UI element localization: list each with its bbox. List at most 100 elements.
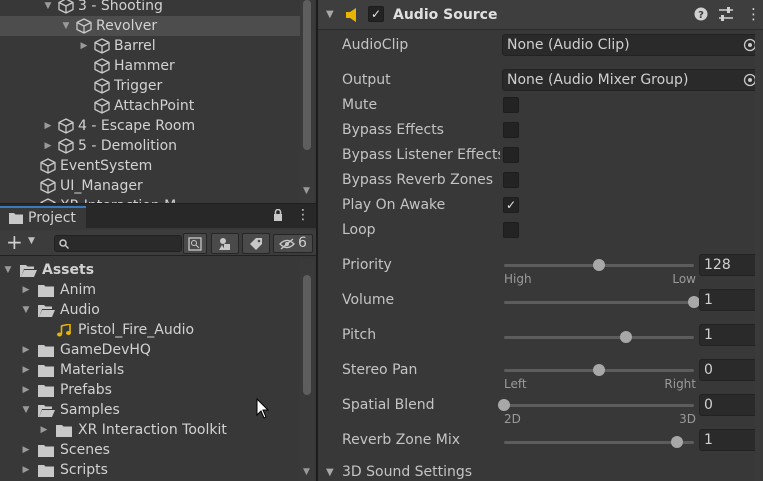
slider-knob[interactable] <box>498 399 510 411</box>
fold-open-arrow-icon[interactable]: ▼ <box>20 300 32 320</box>
fold-closed-arrow-icon[interactable]: ▶ <box>42 136 54 156</box>
project-tree-item[interactable]: ▶ XR Interaction Toolkit <box>0 420 300 440</box>
project-tree-item[interactable]: ▶ Anim <box>0 280 300 300</box>
fold-open-arrow-icon[interactable]: ▼ <box>2 260 14 280</box>
component-enabled-checkbox[interactable]: ✓ <box>368 6 384 22</box>
hierarchy-item[interactable]: ▶ 5 - Demolition <box>0 136 300 156</box>
slider-value-field[interactable]: 0 <box>699 359 763 381</box>
project-scroll-thumb[interactable] <box>303 275 311 395</box>
toggle-checkbox[interactable] <box>503 97 519 113</box>
fold-open-arrow-icon[interactable]: ▼ <box>60 16 72 36</box>
project-tree-item-label: GameDevHQ <box>60 342 151 358</box>
project-tree-item[interactable]: ▶ GameDevHQ <box>0 340 300 360</box>
scroll-down-arrow-icon[interactable]: ▼ <box>303 186 310 196</box>
help-icon[interactable]: ? <box>694 7 708 21</box>
filter-by-type-button[interactable] <box>211 233 239 254</box>
tab-project[interactable]: Project <box>0 206 86 228</box>
slider-track[interactable] <box>504 259 694 271</box>
project-scrollbar[interactable]: ▼ <box>300 259 314 481</box>
search-by-scene-button[interactable] <box>183 233 207 254</box>
hierarchy-item[interactable]: ▼ 3 - Shooting <box>0 0 300 16</box>
search-input[interactable] <box>54 235 182 252</box>
project-tabbar: Project ⋮ <box>0 204 316 228</box>
toggle-label: Mute <box>342 97 378 113</box>
slider-knob[interactable] <box>593 364 605 376</box>
gameobject-cube-icon <box>58 118 74 134</box>
inspector-scrollbar[interactable] <box>755 30 763 481</box>
hidden-packages-button[interactable]: 6 <box>273 234 313 253</box>
project-tree-item[interactable]: ▶ Materials <box>0 360 300 380</box>
hierarchy-item[interactable]: Trigger <box>0 76 300 96</box>
toggle-checkbox[interactable]: ✓ <box>503 197 519 213</box>
hierarchy-scroll-thumb[interactable] <box>303 0 311 150</box>
output-field[interactable]: None (Audio Mixer Group) <box>502 69 763 91</box>
toggle-label: Bypass Listener Effects <box>342 147 500 163</box>
audioclip-label: AudioClip <box>342 37 409 53</box>
filter-by-label-button[interactable] <box>242 233 270 254</box>
project-tree-item[interactable]: ▼ Samples <box>0 400 300 420</box>
toggle-checkbox[interactable] <box>503 147 519 163</box>
hierarchy-scrollbar[interactable]: ▼ <box>300 0 314 203</box>
fold-closed-arrow-icon[interactable]: ▶ <box>20 440 32 460</box>
audio-source-component-header[interactable]: ▼ ✓ Audio Source ? ⋮ <box>318 0 763 30</box>
slider-value-field[interactable]: 1 <box>699 324 763 346</box>
hierarchy-item[interactable]: EventSystem <box>0 156 300 176</box>
slider-track[interactable] <box>504 331 694 343</box>
fold-closed-arrow-icon[interactable]: ▶ <box>20 460 32 480</box>
slider-track[interactable] <box>504 436 694 448</box>
slider-track[interactable] <box>504 364 694 376</box>
hierarchy-item[interactable]: ▶ Barrel <box>0 36 300 56</box>
hierarchy-item-label: UI_Manager <box>60 178 143 194</box>
fold-open-arrow-icon[interactable]: ▼ <box>20 400 32 420</box>
project-tree-item[interactable]: ▶ Scripts <box>0 460 300 480</box>
audioclip-field[interactable]: None (Audio Clip) <box>502 34 763 56</box>
project-panel: Project ⋮ + ▼ 6 ▼ Assets ▶ Anim ▼ Audio Pistol… <box>0 203 316 481</box>
fold-closed-arrow-icon[interactable]: ▶ <box>20 280 32 300</box>
slider-label: Priority <box>342 257 392 273</box>
hierarchy-item[interactable]: ▶ 4 - Escape Room <box>0 116 300 136</box>
kebab-menu-icon[interactable]: ⋮ <box>296 207 310 223</box>
slider-value-field[interactable]: 1 <box>699 289 763 311</box>
fold-closed-arrow-icon[interactable]: ▶ <box>20 380 32 400</box>
slider-value-field[interactable]: 1 <box>699 429 763 451</box>
fold-closed-arrow-icon[interactable]: ▶ <box>20 340 32 360</box>
toggle-checkbox[interactable] <box>503 222 519 238</box>
slider-max-label: Low <box>672 272 696 286</box>
project-tree-item[interactable]: Pistol_Fire_Audio <box>0 320 300 340</box>
fold-closed-arrow-icon[interactable]: ▶ <box>38 420 50 440</box>
toggle-checkbox[interactable] <box>503 122 519 138</box>
hierarchy-item[interactable]: AttachPoint <box>0 96 300 116</box>
slider-value-field[interactable]: 0 <box>699 394 763 416</box>
create-dropdown-chevron-icon[interactable]: ▼ <box>28 236 35 246</box>
slider-track[interactable] <box>498 399 694 411</box>
lock-icon[interactable] <box>273 209 283 222</box>
slider-knob[interactable] <box>619 331 632 343</box>
hierarchy-item[interactable]: UI_Manager <box>0 176 300 196</box>
create-button[interactable]: + <box>6 231 23 253</box>
fold-closed-arrow-icon[interactable]: ▶ <box>20 360 32 380</box>
fold-arrow-icon[interactable]: ▼ <box>326 9 334 20</box>
slider-value: 0 <box>704 397 713 413</box>
project-tree-item[interactable]: ▼ Audio <box>0 300 300 320</box>
component-menu-icon[interactable]: ⋮ <box>746 5 761 23</box>
fold-closed-arrow-icon[interactable]: ▶ <box>42 116 54 136</box>
presets-sliders-icon[interactable] <box>718 7 734 21</box>
scroll-down-arrow-icon[interactable]: ▼ <box>303 467 310 477</box>
gameobject-cube-icon <box>58 0 74 14</box>
project-tree-item[interactable]: ▼ Assets <box>0 260 300 280</box>
hierarchy-item[interactable]: Hammer <box>0 56 300 76</box>
slider-knob[interactable] <box>593 259 605 271</box>
hierarchy-item[interactable]: XR Interaction M... <box>0 196 300 203</box>
slider-knob[interactable] <box>670 436 683 448</box>
project-tree-item[interactable]: ▶ Prefabs <box>0 380 300 400</box>
hierarchy-item[interactable]: ▼ Revolver <box>0 16 300 36</box>
folder-icon <box>38 385 54 397</box>
3d-sound-fold-arrow-icon[interactable]: ▼ <box>326 466 334 480</box>
toggle-checkbox[interactable] <box>503 172 519 188</box>
project-tree-item[interactable]: ▶ Scenes <box>0 440 300 460</box>
fold-closed-arrow-icon[interactable]: ▶ <box>78 36 90 56</box>
slider-value-field[interactable]: 128 <box>699 254 763 276</box>
3d-sound-settings-foldout[interactable]: 3D Sound Settings <box>342 462 502 481</box>
slider-track[interactable] <box>504 296 700 308</box>
fold-open-arrow-icon[interactable]: ▼ <box>42 0 54 16</box>
